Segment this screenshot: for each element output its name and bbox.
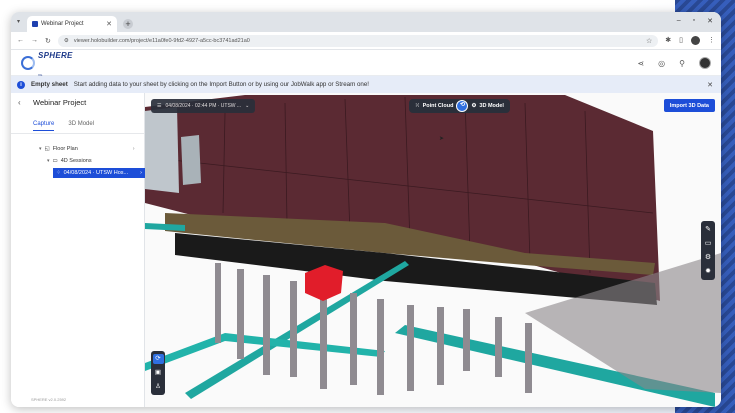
favicon-icon: [32, 21, 38, 27]
tree-item-label: 4D Sessions: [60, 158, 92, 164]
floor-plan-icon: ◱: [44, 146, 50, 152]
banner-message: Start adding data to your sheet by click…: [73, 81, 370, 88]
help-icon[interactable]: ◎: [658, 59, 665, 68]
chevron-down-icon: ⌄: [245, 103, 250, 109]
tree-item-sessions[interactable]: ▾ ▭ 4D Sessions: [47, 158, 92, 164]
right-toolbar: ✎ ▭ ⚙ ✹: [701, 221, 715, 280]
profile-avatar[interactable]: [691, 36, 700, 45]
banner-title: Empty sheet: [31, 81, 68, 88]
close-window-button[interactable]: ✕: [707, 17, 713, 25]
logo-text: SPHERE: [38, 50, 73, 60]
mouse-cursor-icon: ➤: [439, 136, 445, 142]
browser-tab[interactable]: Webinar Project ✕: [27, 16, 117, 32]
3d-model-icon: ⚙: [471, 103, 477, 109]
main-area: ‹ Webinar Project Capture 3D Model ▾ ◱ F…: [11, 93, 721, 407]
sidebar-divider: [11, 133, 144, 134]
user-avatar[interactable]: [699, 57, 711, 69]
sidepanel-icon[interactable]: ▯: [679, 36, 683, 45]
session-label: 04/08/2024 · 02:44 PM · UTSW ...: [165, 103, 242, 109]
glazing: [181, 135, 201, 185]
more-chevron-icon[interactable]: ›: [140, 170, 142, 176]
sphere-logo-icon: [21, 55, 35, 70]
app-version: SPHERE v2.0.2592: [31, 397, 67, 402]
browser-toolbar-icons: ✱ ▯ ⋮: [665, 36, 715, 45]
header-actions: ⋖ ◎ ⚲: [637, 57, 711, 69]
maximize-button[interactable]: ▫: [693, 17, 695, 25]
info-icon: i: [17, 80, 25, 89]
walk-view-icon[interactable]: ♙: [153, 382, 164, 392]
point-cloud-label[interactable]: Point Cloud: [423, 103, 454, 109]
bookmark-star-icon[interactable]: ☆: [646, 37, 652, 45]
mode-switch-icon[interactable]: ⟲: [456, 100, 469, 112]
app-header: SPHERE XG ⋖ ◎ ⚲: [11, 50, 721, 77]
project-title: Webinar Project: [33, 98, 87, 107]
back-chevron-icon[interactable]: ‹: [18, 98, 21, 107]
expand-chevron-icon[interactable]: ▾: [39, 146, 42, 152]
orbit-view-icon[interactable]: ⟳: [152, 354, 164, 364]
view-mode-toggle[interactable]: ⁙ Point Cloud ⟲ ⚙ 3D Model: [409, 99, 510, 113]
tab-title: Webinar Project: [41, 21, 84, 27]
extensions-icon[interactable]: ✱: [665, 36, 671, 45]
tree-item-label: Floor Plan: [52, 146, 78, 152]
edit-icon[interactable]: ✎: [705, 225, 711, 234]
browser-menu-icon[interactable]: ⋮: [708, 36, 715, 45]
folder-icon: ▭: [52, 158, 58, 164]
site-info-icon[interactable]: ⚙: [64, 38, 69, 44]
import-3d-data-button[interactable]: Import 3D Data: [663, 99, 715, 112]
menu-icon: ☰: [157, 103, 162, 109]
expand-chevron-icon[interactable]: ▾: [47, 158, 50, 164]
new-tab-button[interactable]: +: [123, 19, 133, 29]
tree-item-selected-session[interactable]: ⁘ 04/08/2024 · UTSW Hos... ›: [53, 168, 145, 178]
window-controls: – ▫ ✕: [677, 17, 713, 25]
share-icon[interactable]: ⋖: [637, 59, 644, 68]
more-chevron-icon[interactable]: ›: [133, 146, 135, 152]
sidebar-tabs: Capture 3D Model: [33, 121, 94, 131]
sun-icon[interactable]: ✹: [705, 267, 711, 276]
tab-search-icon[interactable]: ▾: [17, 18, 20, 25]
forward-icon[interactable]: →: [31, 37, 38, 44]
user-settings-icon[interactable]: ⚲: [679, 59, 685, 68]
back-icon[interactable]: ←: [17, 37, 24, 44]
glazing: [145, 107, 179, 193]
tree-item-floor-plan[interactable]: ▾ ◱ Floor Plan ›: [39, 146, 135, 152]
point-cloud-icon: ⁙: [415, 103, 420, 109]
url-field[interactable]: ⚙ viewer.holobuilder.com/project/e11a0fe…: [57, 34, 659, 47]
tab-capture[interactable]: Capture: [33, 121, 55, 131]
reload-icon[interactable]: ↻: [45, 37, 51, 45]
comment-icon[interactable]: ▭: [705, 239, 712, 248]
banner-close-icon[interactable]: ✕: [707, 81, 713, 89]
tab-close-icon[interactable]: ✕: [106, 20, 112, 28]
settings-icon[interactable]: ⚙: [705, 253, 711, 262]
session-selector[interactable]: ☰ 04/08/2024 · 02:44 PM · UTSW ... ⌄: [151, 99, 256, 113]
minimize-button[interactable]: –: [677, 17, 681, 25]
tab-bar: ▾ Webinar Project ✕ + – ▫ ✕: [11, 12, 721, 32]
bim-model-render[interactable]: [145, 93, 721, 407]
browser-window: ▾ Webinar Project ✕ + – ▫ ✕ ← → ↻ ⚙ view…: [11, 12, 721, 407]
tab-3d-model[interactable]: 3D Model: [68, 121, 94, 131]
floorplan-view-icon[interactable]: ▣: [153, 368, 164, 378]
3d-model-label[interactable]: 3D Model: [479, 103, 503, 109]
address-bar-row: ← → ↻ ⚙ viewer.holobuilder.com/project/e…: [11, 32, 721, 50]
tree-item-label: 04/08/2024 · UTSW Hos...: [63, 170, 129, 176]
view-mode-toolbar: ⟳ ▣ ♙: [151, 351, 165, 395]
session-icon: ⁘: [56, 170, 61, 176]
3d-viewer[interactable]: ☰ 04/08/2024 · 02:44 PM · UTSW ... ⌄ ⁙ P…: [145, 93, 721, 407]
empty-sheet-banner: i Empty sheet Start adding data to your …: [11, 76, 721, 93]
sidebar: ‹ Webinar Project Capture 3D Model ▾ ◱ F…: [11, 93, 145, 407]
url-text: viewer.holobuilder.com/project/e11a0fe0-…: [73, 37, 250, 44]
